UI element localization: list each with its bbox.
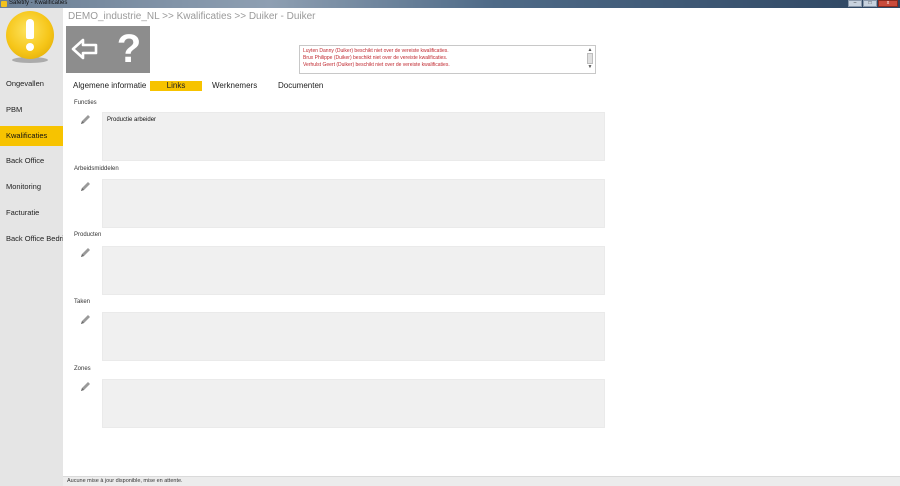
sidebar-item-back-office[interactable]: Back Office (0, 151, 63, 171)
help-button[interactable]: ? (112, 28, 146, 70)
message-list: Luyten Danny (Duiker) beschikt niet over… (303, 48, 585, 70)
sidebar-item-monitoring[interactable]: Monitoring (0, 177, 63, 197)
arbeidsmiddelen-list (102, 179, 605, 228)
tab-algemene-informatie[interactable]: Algemene informatie (73, 81, 146, 91)
status-bar: Aucune mise à jour disponible, mise en a… (63, 476, 900, 486)
section-label-zones: Zones (74, 366, 91, 372)
zones-list (102, 379, 605, 428)
scroll-down-icon[interactable]: ▼ (586, 64, 594, 70)
section-label-taken: Taken (74, 299, 91, 305)
pencil-icon[interactable] (78, 180, 92, 194)
producten-list (102, 246, 605, 295)
pencil-icon[interactable] (78, 246, 92, 260)
tab-links[interactable]: Links (150, 81, 202, 91)
sidebar: Ongevallen PBM Kwalificaties Back Office… (0, 8, 63, 486)
warning-message: Brux Philippe (Duiker) beschikt niet ove… (303, 55, 448, 62)
exclamation-dot (26, 43, 34, 51)
close-button[interactable]: x (878, 0, 898, 7)
window-title: Safetify - Kwalificaties (9, 0, 68, 6)
message-scrollbar[interactable]: ▲ ▼ (586, 47, 594, 72)
window-controls: – □ x (848, 0, 898, 7)
functies-list: Productie arbeider (102, 112, 605, 161)
app-logo (6, 11, 54, 65)
back-arrow-icon[interactable] (70, 34, 100, 64)
list-item[interactable]: Productie arbeider (107, 117, 156, 123)
status-text: Aucune mise à jour disponible, mise en a… (67, 478, 183, 484)
sidebar-item-pbm[interactable]: PBM (0, 100, 63, 120)
section-label-functies: Functies (74, 100, 97, 106)
sidebar-item-back-office-bedrijf[interactable]: Back Office Bedrijf (0, 229, 63, 249)
warning-message-box: Luyten Danny (Duiker) beschikt niet over… (299, 45, 596, 74)
section-label-arbeidsmiddelen: Arbeidsmiddelen (74, 166, 119, 172)
maximize-button[interactable]: □ (863, 0, 877, 7)
pencil-icon[interactable] (78, 380, 92, 394)
pencil-icon[interactable] (78, 313, 92, 327)
section-label-producten: Producten (74, 232, 102, 238)
app-icon (1, 1, 7, 7)
sidebar-item-facturatie[interactable]: Facturatie (0, 203, 63, 223)
title-bar: Safetify - Kwalificaties – □ x (0, 0, 900, 8)
minimize-button[interactable]: – (848, 0, 862, 7)
taken-list (102, 312, 605, 361)
toolbar: ? (66, 26, 150, 73)
warning-message: Verhulst Geert (Duiker) beschikt niet ov… (303, 62, 450, 69)
tab-werknemers[interactable]: Werknemers (212, 81, 257, 91)
warning-message: Luyten Danny (Duiker) beschikt niet over… (303, 48, 449, 54)
sidebar-item-ongevallen[interactable]: Ongevallen (0, 74, 63, 94)
breadcrumb: DEMO_industrie_NL >> Kwalificaties >> Du… (68, 11, 316, 22)
sidebar-item-kwalificaties[interactable]: Kwalificaties (0, 126, 63, 146)
scroll-thumb[interactable] (587, 53, 593, 64)
pencil-icon[interactable] (78, 113, 92, 127)
tab-documenten[interactable]: Documenten (278, 81, 323, 91)
exclamation-bar (26, 19, 34, 39)
